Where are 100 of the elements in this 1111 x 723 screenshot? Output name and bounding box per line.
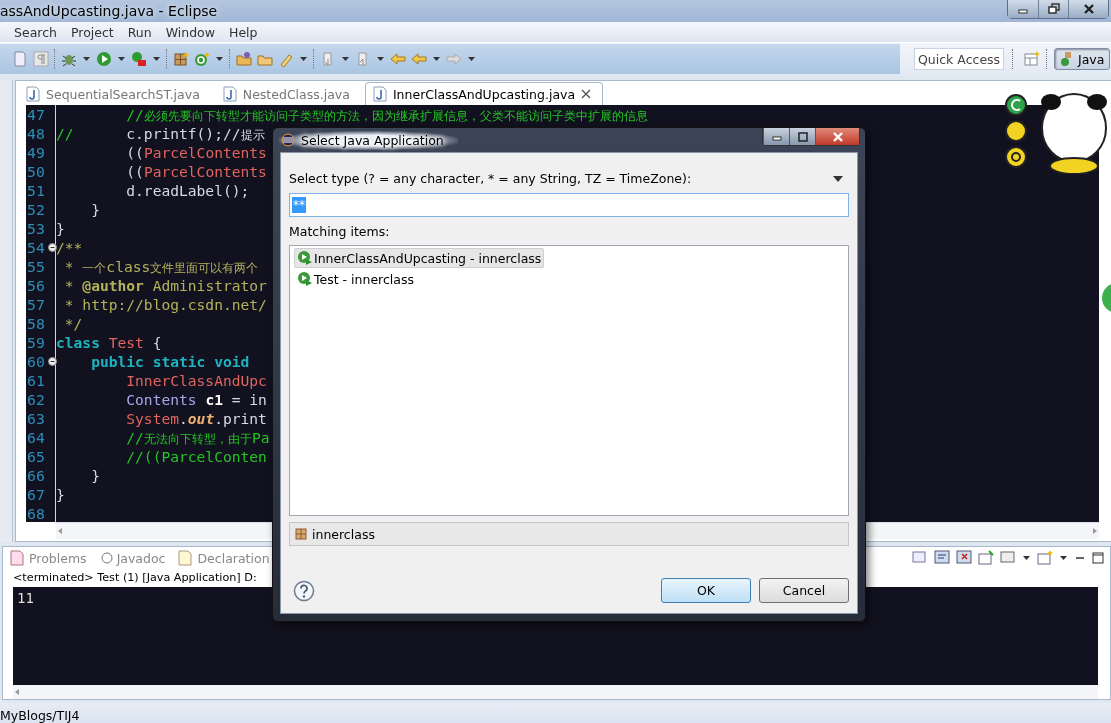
code-line: } [90,466,100,485]
line-number: 65 [27,448,45,465]
caret-icon[interactable] [341,54,350,64]
line-number: 47 [27,106,45,123]
close-icon[interactable] [1082,3,1095,15]
view-tab[interactable]: Javadoc [98,550,166,566]
caret-icon[interactable] [432,54,441,64]
caret-icon[interactable] [215,54,224,64]
run-tools-icon[interactable] [131,51,147,67]
console-output: 11 [17,590,34,606]
view-tab[interactable]: Problems [9,550,87,566]
window-title: assAndUpcasting.java - Eclipse [0,3,218,19]
code-line: Contents c1 = in [125,390,267,409]
editor-tab[interactable]: InnerClassAndUpcasting.java [364,82,604,105]
code-line: * @author Administrator [63,276,267,295]
line-number: 56 [27,277,45,294]
line-number: 49 [27,144,45,161]
code-line: } [56,485,65,504]
pin-console-icon[interactable] [934,550,950,566]
list-item[interactable]: InnerClassAndUpcasting - innerclass [294,248,545,268]
code-line: public static void [90,352,250,371]
editor-tab[interactable]: SequentialSearchST.java [18,82,211,105]
dialog-title: Select Java Application [301,132,444,148]
run-icon[interactable] [96,51,112,67]
line-number: 59 [27,334,45,351]
editor-tab[interactable]: NestedClass.java [214,82,361,105]
code-line: //必须先要向下转型才能访问子类型的方法，因为继承扩展信息，父类不能访问子类中扩展的信息 [125,105,648,124]
menu-dropdown-icon[interactable] [832,173,844,184]
line-number: 66 [27,467,45,484]
caret-icon[interactable] [1059,553,1068,563]
line-number: 51 [27,182,45,199]
minimize-button[interactable] [1008,0,1038,18]
maximize-view-icon[interactable] [1092,552,1104,564]
menu-item[interactable]: Window [164,24,216,40]
help-icon[interactable] [293,579,315,602]
dialog-button[interactable]: OK [661,578,751,603]
horizontal-scrollbar[interactable] [13,685,1098,699]
code-line: //无法向下转型，由于Pa [125,428,270,447]
line-number: 68 [27,505,45,522]
java-perspective-button[interactable]: Java [1054,48,1111,70]
line-number: 57 [27,296,45,313]
line-number: 50 [27,163,45,180]
code-line: /** [56,238,83,257]
menu-item[interactable]: Search [13,24,58,40]
code-line: // c.printf();//提示 [56,124,265,143]
menu-item[interactable]: Help [228,24,259,40]
minimize-button[interactable] [763,128,789,145]
new-package-icon[interactable] [173,51,189,67]
line-number: 53 [27,220,45,237]
quick-access-field[interactable]: Quick Access [914,48,1004,70]
caret-icon[interactable] [82,54,91,64]
maximize-icon[interactable] [796,130,809,143]
dialog-button[interactable]: Cancel [759,578,849,603]
status-text: MyBlogs/TIJ4 [0,707,80,723]
menu-item[interactable]: Project [69,24,115,40]
maximize-button[interactable] [789,128,815,145]
code-line: InnerClassAndUpc [125,371,267,390]
tab-close-icon[interactable] [580,88,593,100]
caret-icon[interactable] [467,54,476,64]
code-line: * 一个class文件里面可以有两个 [63,257,259,276]
menu-item[interactable]: Run [126,24,153,40]
restore-button[interactable] [1038,0,1068,18]
code-line: */ [63,314,83,333]
line-number: 60 [27,353,45,370]
code-line: System.out.print [125,409,267,428]
problems-icon[interactable] [9,550,25,566]
caret-icon[interactable] [1022,553,1031,563]
java-file-icon [25,86,41,102]
scroll-left-icon[interactable] [56,526,64,536]
open-folder-icon[interactable] [236,51,252,67]
close-button[interactable] [815,128,859,145]
code-line: class Test { [56,333,162,352]
line-number: 48 [27,125,45,142]
caret-icon[interactable] [152,54,161,64]
close-button[interactable] [1068,0,1108,18]
line-number: 67 [27,486,45,503]
caret-icon[interactable] [117,54,126,64]
code-line: } [56,219,65,238]
prompt-label: Select type (? = any character, * = any String, TZ = TimeZone): [289,171,692,186]
new-console-icon[interactable] [978,550,994,566]
collapse-icon[interactable] [48,243,57,252]
remove-launch-icon[interactable] [956,550,972,566]
line-number: 54 [27,239,45,256]
package-status: innerclass [289,522,849,546]
restore-icon[interactable] [1047,3,1060,15]
java-perspective-icon[interactable] [1060,51,1074,67]
scroll-right-icon[interactable] [1091,526,1099,536]
package-icon [295,528,307,540]
list-item[interactable]: Test - innerclass [294,269,417,289]
list-label: Matching items: [289,224,391,239]
caret-icon[interactable] [376,54,385,64]
caret-icon[interactable] [299,54,308,64]
collapse-icon[interactable] [48,357,57,366]
new-class-icon[interactable] [194,51,210,67]
code-line: ((ParcelContents [125,162,267,181]
view-tab[interactable]: Declaration [177,550,270,566]
console-header: <terminated> Test (1) [Java Application] D: [12,570,258,586]
scroll-left-icon[interactable] [13,687,21,697]
line-number: 61 [27,372,45,389]
code-line: d.readLabel(); [125,181,250,200]
